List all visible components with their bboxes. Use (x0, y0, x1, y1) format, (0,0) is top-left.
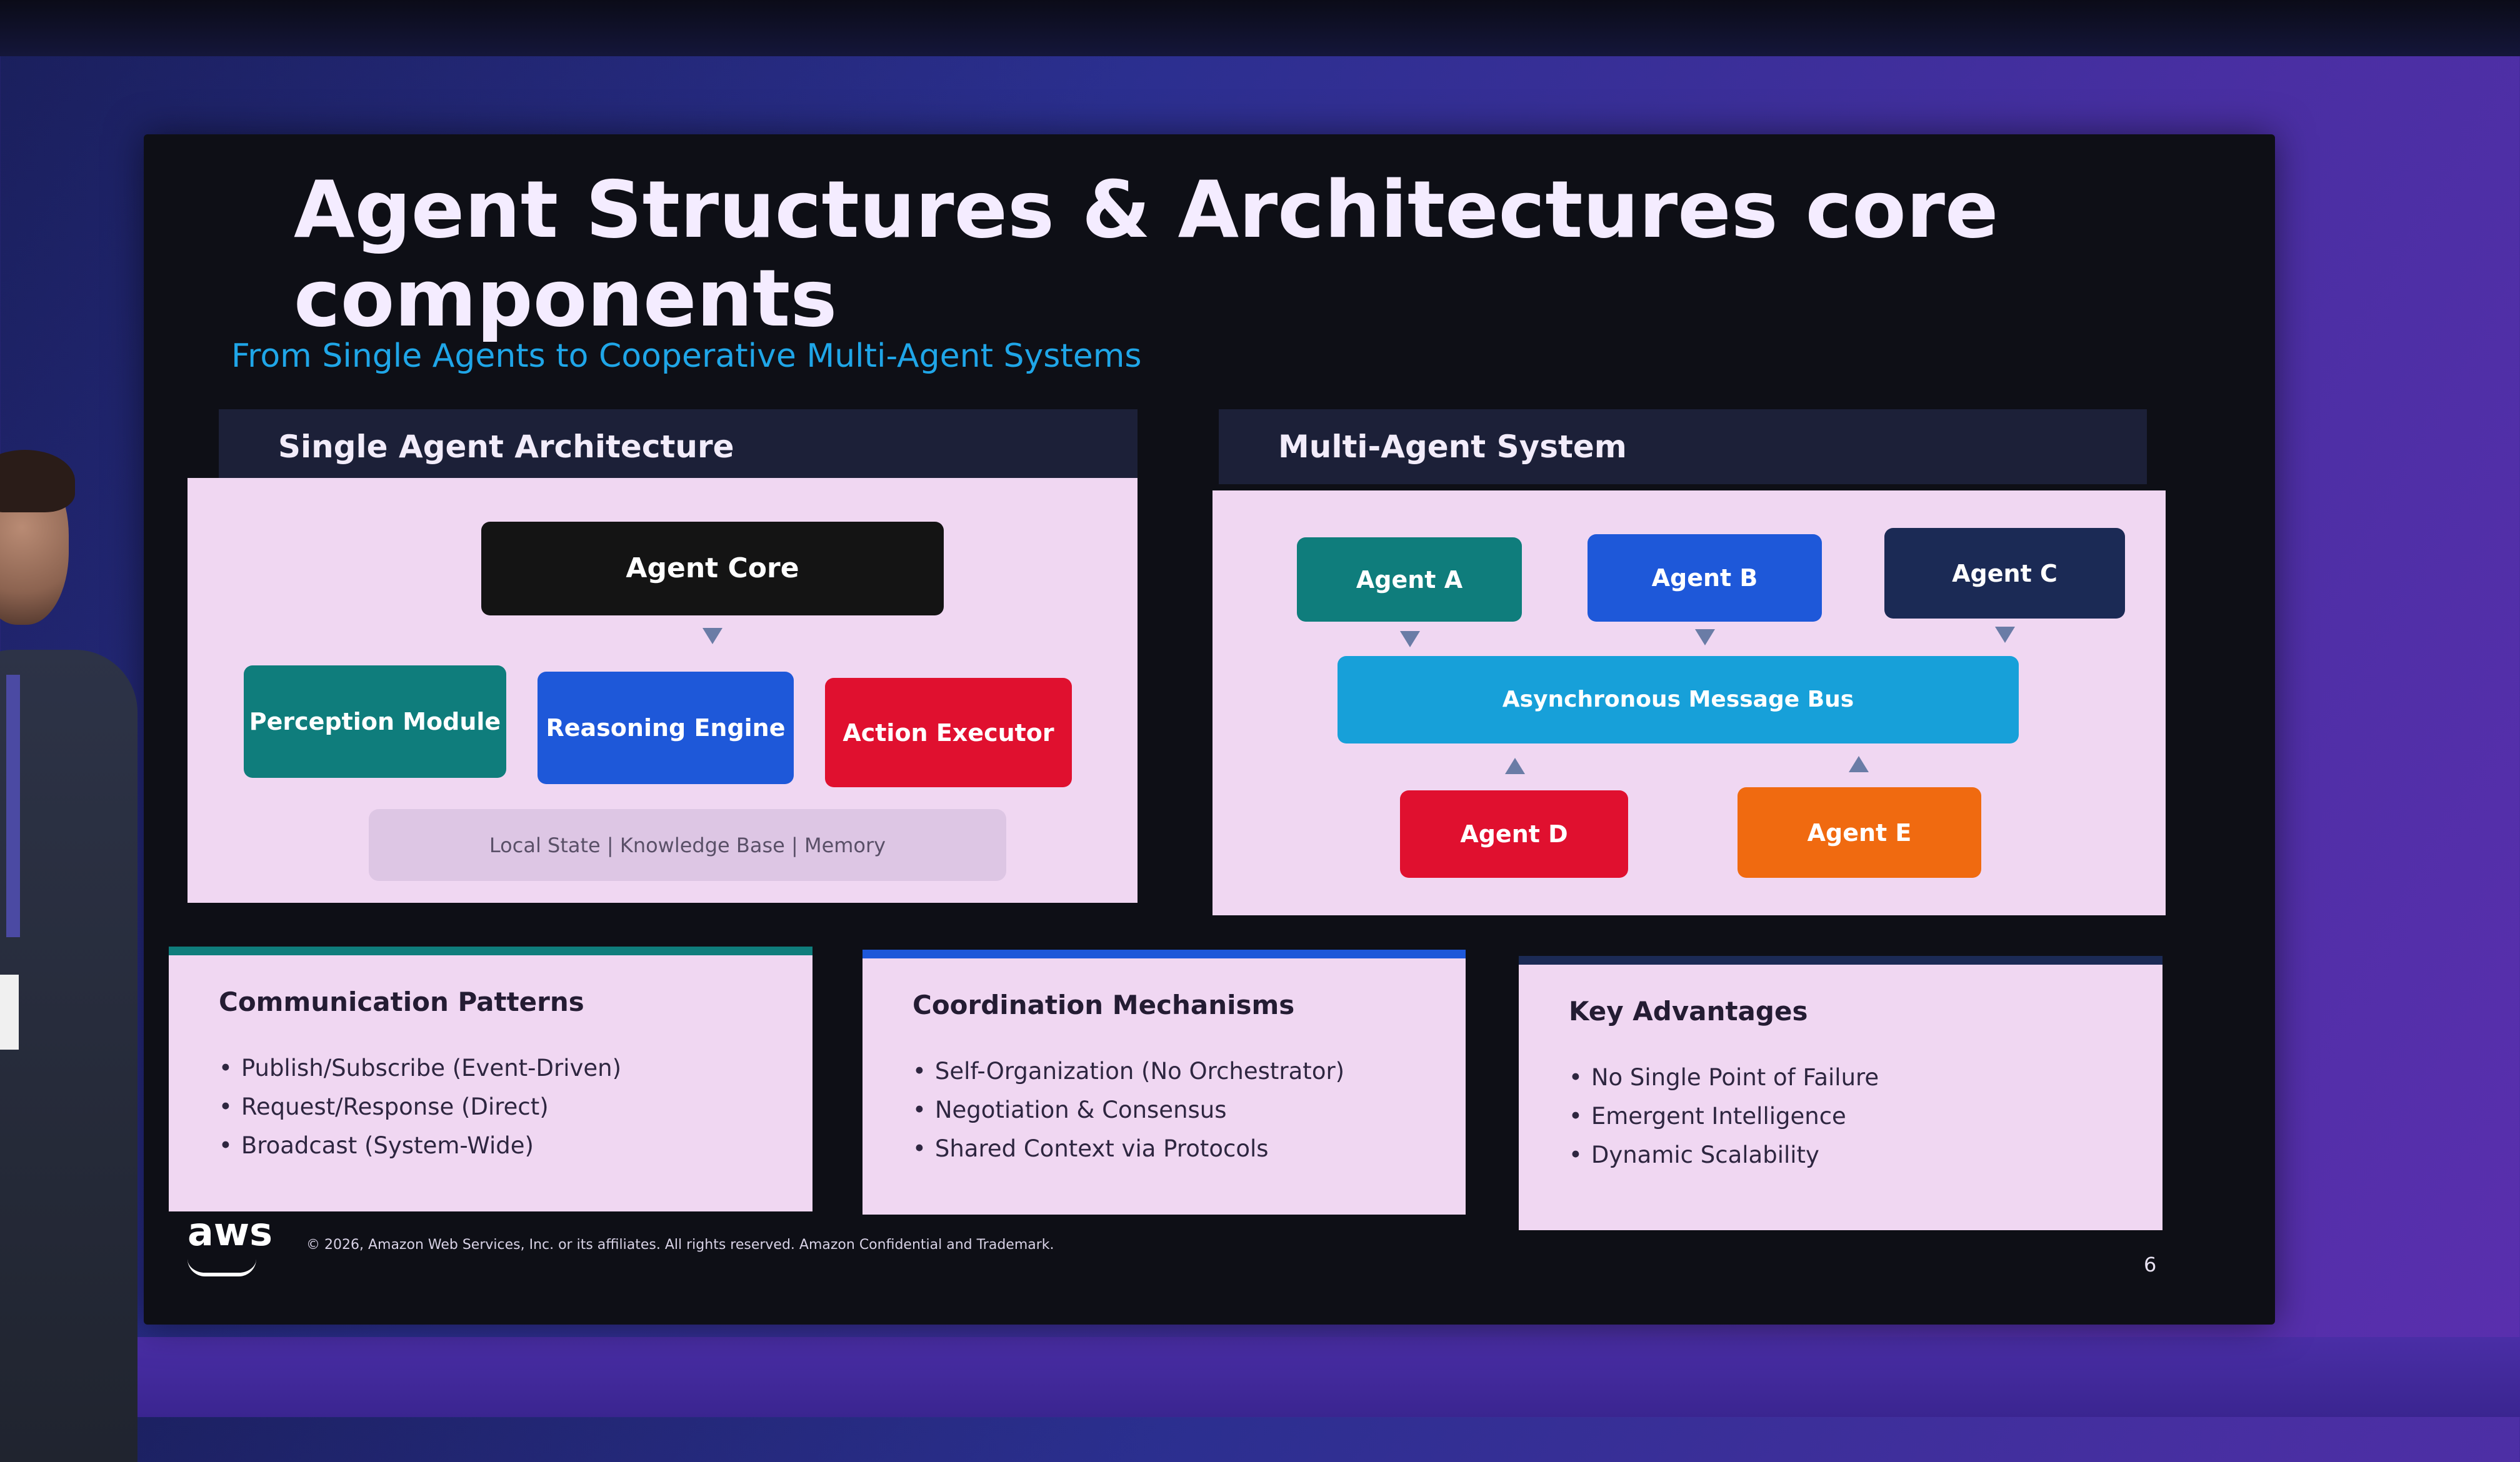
aws-logo: aws (188, 1209, 273, 1255)
card-list: Publish/Subscribe (Event-Driven) Request… (219, 1049, 621, 1165)
agent-e-box: Agent E (1738, 787, 1981, 878)
key-advantages-card: Key Advantages No Single Point of Failur… (1519, 956, 2162, 1230)
agent-c-box: Agent C (1884, 528, 2125, 619)
reasoning-engine-box: Reasoning Engine (538, 672, 794, 784)
arrow-down-icon (702, 628, 722, 644)
name-badge (0, 975, 19, 1050)
presenter-hair (0, 450, 75, 512)
lanyard (6, 675, 20, 937)
list-item: Dynamic Scalability (1569, 1136, 1879, 1175)
communication-patterns-card: Communication Patterns Publish/Subscribe… (169, 947, 812, 1211)
copyright-text: © 2026, Amazon Web Services, Inc. or its… (306, 1237, 1054, 1253)
page-number: 6 (2144, 1253, 2157, 1276)
multi-agent-heading: Multi-Agent System (1219, 409, 2147, 484)
arrow-down-icon (1695, 629, 1715, 645)
card-title: Key Advantages (1569, 996, 1808, 1027)
card-title: Communication Patterns (219, 987, 584, 1017)
card-title: Coordination Mechanisms (912, 990, 1295, 1020)
slide-title: Agent Structures & Architectures core co… (294, 164, 1999, 344)
presenter-torso (0, 650, 138, 1462)
card-list: No Single Point of Failure Emergent Inte… (1569, 1058, 1879, 1175)
list-item: No Single Point of Failure (1569, 1058, 1879, 1097)
agent-core-box: Agent Core (481, 522, 944, 615)
list-item: Negotiation & Consensus (912, 1091, 1344, 1130)
presenter (0, 450, 138, 1462)
list-item: Self-Organization (No Orchestrator) (912, 1052, 1344, 1091)
stage-floor (0, 1337, 2520, 1417)
list-item: Request/Response (Direct) (219, 1088, 621, 1126)
arrow-up-icon (1849, 756, 1869, 772)
memory-bar: Local State | Knowledge Base | Memory (369, 809, 1006, 881)
ceiling (0, 0, 2520, 56)
agent-a-box: Agent A (1297, 537, 1522, 622)
single-agent-heading: Single Agent Architecture (219, 409, 1138, 484)
aws-smile-icon (188, 1259, 256, 1276)
slide-subtitle: From Single Agents to Cooperative Multi-… (231, 337, 1142, 375)
message-bus-box: Asynchronous Message Bus (1338, 656, 2019, 743)
list-item: Publish/Subscribe (Event-Driven) (219, 1049, 621, 1088)
presentation-slide: Agent Structures & Architectures core co… (144, 134, 2275, 1325)
agent-b-box: Agent B (1588, 534, 1822, 622)
list-item: Emergent Intelligence (1569, 1097, 1879, 1136)
action-executor-box: Action Executor (825, 678, 1072, 787)
card-list: Self-Organization (No Orchestrator) Nego… (912, 1052, 1344, 1168)
agent-d-box: Agent D (1400, 790, 1628, 878)
arrow-down-icon (1995, 627, 2015, 643)
multi-agent-diagram: Agent A Agent B Agent C Asynchronous Mes… (1212, 490, 2166, 915)
coordination-mechanisms-card: Coordination Mechanisms Self-Organizatio… (862, 950, 1466, 1215)
perception-module-box: Perception Module (244, 665, 506, 778)
arrow-up-icon (1505, 758, 1525, 774)
list-item: Shared Context via Protocols (912, 1130, 1344, 1168)
arrow-down-icon (1400, 631, 1420, 647)
single-agent-diagram: Agent Core Perception Module Reasoning E… (188, 478, 1138, 903)
list-item: Broadcast (System-Wide) (219, 1126, 621, 1165)
